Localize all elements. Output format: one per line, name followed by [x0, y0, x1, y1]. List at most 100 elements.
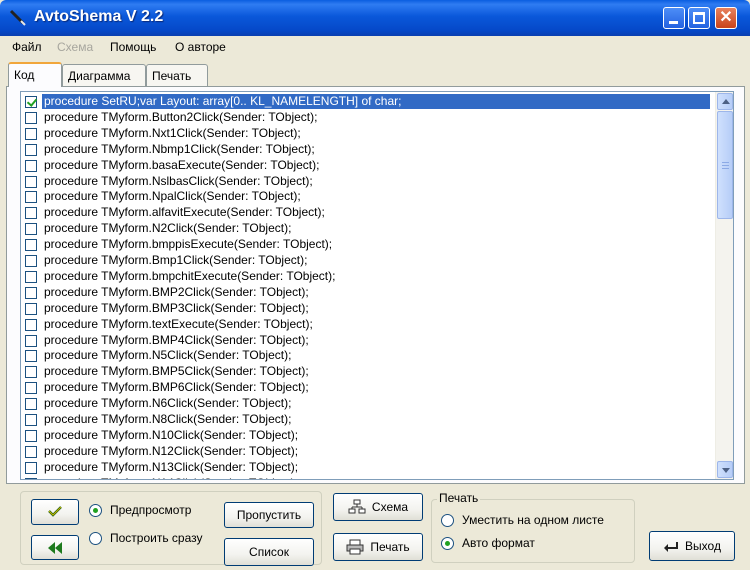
item-checkbox[interactable] — [25, 366, 37, 379]
item-checkbox[interactable] — [25, 143, 37, 156]
arrow-up-icon — [722, 99, 730, 104]
skip-button[interactable]: Пропустить — [224, 502, 314, 528]
scheme-icon — [348, 499, 366, 514]
item-label: procedure TMyform.N14Click(Sender: TObje… — [42, 476, 300, 479]
item-checkbox[interactable] — [25, 318, 37, 331]
item-checkbox[interactable] — [25, 223, 37, 236]
exit-arrow-icon — [664, 542, 679, 552]
list-item[interactable]: procedure TMyform.basaExecute(Sender: TO… — [21, 158, 713, 174]
item-checkbox[interactable] — [25, 414, 37, 426]
vertical-scrollbar[interactable] — [715, 92, 733, 479]
item-checkbox[interactable] — [25, 461, 37, 474]
radio-auto-format-label: Авто формат — [462, 536, 535, 550]
item-checkbox[interactable] — [25, 127, 37, 140]
list-item[interactable]: procedure TMyform.N14Click(Sender: TObje… — [21, 476, 713, 479]
skip-button-label: Пропустить — [236, 508, 302, 522]
item-checkbox[interactable] — [25, 398, 37, 411]
list-item[interactable]: procedure TMyform.bmpchitExecute(Sender:… — [21, 269, 713, 285]
list-item[interactable]: procedure TMyform.BMP4Click(Sender: TObj… — [21, 333, 713, 349]
list-item[interactable]: procedure TMyform.N13Click(Sender: TObje… — [21, 460, 713, 476]
list-item[interactable]: procedure TMyform.N5Click(Sender: TObjec… — [21, 348, 713, 364]
radio-preview-label: Предпросмотр — [110, 503, 192, 517]
item-checkbox[interactable] — [25, 207, 37, 220]
print-button[interactable]: Печать — [333, 533, 423, 561]
menu-help[interactable]: Помощь — [110, 40, 156, 54]
item-checkbox[interactable] — [25, 350, 37, 363]
item-label: procedure TMyform.N8Click(Sender: TObjec… — [44, 412, 292, 426]
list-item[interactable]: procedure TMyform.Nxt1Click(Sender: TObj… — [21, 126, 713, 142]
radio-build-now[interactable] — [89, 532, 102, 545]
minimize-button[interactable] — [663, 7, 685, 29]
rewind-button[interactable] — [31, 535, 79, 560]
list-item[interactable]: procedure TMyform.N10Click(Sender: TObje… — [21, 428, 713, 444]
item-checkbox[interactable] — [25, 445, 37, 458]
scheme-button[interactable]: Схема — [333, 493, 423, 521]
tab-diagram[interactable]: Диаграмма — [62, 64, 146, 86]
item-checkbox[interactable] — [25, 477, 37, 479]
list-item[interactable]: procedure TMyform.NslbasClick(Sender: TO… — [21, 174, 713, 190]
minimize-icon — [669, 21, 678, 24]
list-button[interactable]: Список — [224, 538, 314, 566]
item-label: procedure TMyform.N13Click(Sender: TObje… — [44, 459, 299, 474]
scroll-down-button[interactable] — [717, 461, 733, 478]
maximize-icon — [693, 12, 705, 24]
tab-code[interactable]: Код — [8, 62, 62, 87]
exit-button[interactable]: Выход — [649, 531, 735, 561]
list-item[interactable]: procedure TMyform.BMP3Click(Sender: TObj… — [21, 301, 713, 317]
list-item[interactable]: procedure TMyform.Bmp1Click(Sender: TObj… — [21, 253, 713, 269]
item-checkbox[interactable] — [25, 111, 37, 124]
list-item[interactable]: procedure TMyform.N12Click(Sender: TObje… — [21, 444, 713, 460]
radio-fit-one-sheet[interactable] — [441, 514, 454, 527]
exit-button-label: Выход — [685, 539, 721, 553]
item-checkbox[interactable] — [25, 159, 37, 172]
maximize-button[interactable] — [688, 7, 710, 29]
list-item[interactable]: procedure SetRU;var Layout: array[0.. KL… — [21, 94, 713, 110]
item-label: procedure TMyform.textExecute(Sender: TO… — [44, 316, 313, 331]
list-item[interactable]: procedure TMyform.BMP6Click(Sender: TObj… — [21, 380, 713, 396]
item-checkbox[interactable] — [25, 302, 37, 315]
item-label: procedure TMyform.bmpchitExecute(Sender:… — [44, 268, 336, 283]
item-label: procedure TMyform.NslbasClick(Sender: TO… — [44, 173, 313, 188]
item-checkbox[interactable] — [25, 334, 37, 347]
close-button[interactable]: ✕ — [715, 7, 737, 29]
item-checkbox[interactable] — [25, 255, 37, 267]
list-item[interactable]: procedure TMyform.BMP5Click(Sender: TObj… — [21, 364, 713, 380]
item-checkbox[interactable] — [25, 286, 37, 299]
item-checkbox[interactable] — [25, 382, 37, 395]
item-label: procedure TMyform.BMP6Click(Sender: TObj… — [44, 380, 309, 395]
item-checkbox[interactable] — [25, 96, 37, 108]
list-item[interactable]: procedure TMyform.N2Click(Sender: TObjec… — [21, 221, 713, 237]
radio-preview[interactable] — [89, 504, 102, 517]
menu-about[interactable]: О авторе — [175, 40, 226, 54]
item-label: procedure TMyform.Nxt1Click(Sender: TObj… — [44, 125, 301, 140]
item-checkbox[interactable] — [25, 270, 37, 283]
print-button-label: Печать — [370, 540, 410, 554]
radio-build-now-label: Построить сразу — [110, 531, 203, 545]
list-item[interactable]: procedure TMyform.bmppisExecute(Sender: … — [21, 237, 713, 253]
close-icon: ✕ — [719, 9, 733, 26]
double-arrow-left-icon — [48, 541, 62, 554]
list-item[interactable]: procedure TMyform.textExecute(Sender: TO… — [21, 317, 713, 333]
list-item[interactable]: procedure TMyform.BMP2Click(Sender: TObj… — [21, 285, 713, 301]
radio-auto-format[interactable] — [441, 537, 454, 550]
item-checkbox[interactable] — [25, 239, 37, 252]
title-bar[interactable]: AvtoShema V 2.2 ✕ — [0, 0, 750, 36]
procedure-checklist[interactable]: procedure SetRU;var Layout: array[0.. KL… — [20, 91, 734, 480]
check-all-button[interactable] — [31, 499, 79, 525]
tab-print[interactable]: Печать — [146, 64, 208, 86]
list-item[interactable]: procedure TMyform.Button2Click(Sender: T… — [21, 110, 713, 126]
list-item[interactable]: procedure TMyform.alfavitExecute(Sender:… — [21, 205, 713, 221]
menu-file[interactable]: Файл — [12, 40, 42, 54]
list-item[interactable]: procedure TMyform.N8Click(Sender: TObjec… — [21, 412, 713, 428]
list-item[interactable]: procedure TMyform.N6Click(Sender: TObjec… — [21, 396, 713, 412]
list-item[interactable]: procedure TMyform.Nbmp1Click(Sender: TOb… — [21, 142, 713, 158]
item-checkbox[interactable] — [25, 175, 37, 188]
item-label: procedure TMyform.Nbmp1Click(Sender: TOb… — [44, 141, 315, 156]
list-item[interactable]: procedure TMyform.NpalClick(Sender: TObj… — [21, 189, 713, 205]
menu-scheme[interactable]: Схема — [57, 40, 93, 54]
item-checkbox[interactable] — [25, 429, 37, 442]
scroll-up-button[interactable] — [717, 93, 733, 110]
scroll-thumb[interactable] — [717, 111, 733, 219]
scheme-button-label: Схема — [371, 500, 409, 514]
item-checkbox[interactable] — [25, 191, 37, 204]
